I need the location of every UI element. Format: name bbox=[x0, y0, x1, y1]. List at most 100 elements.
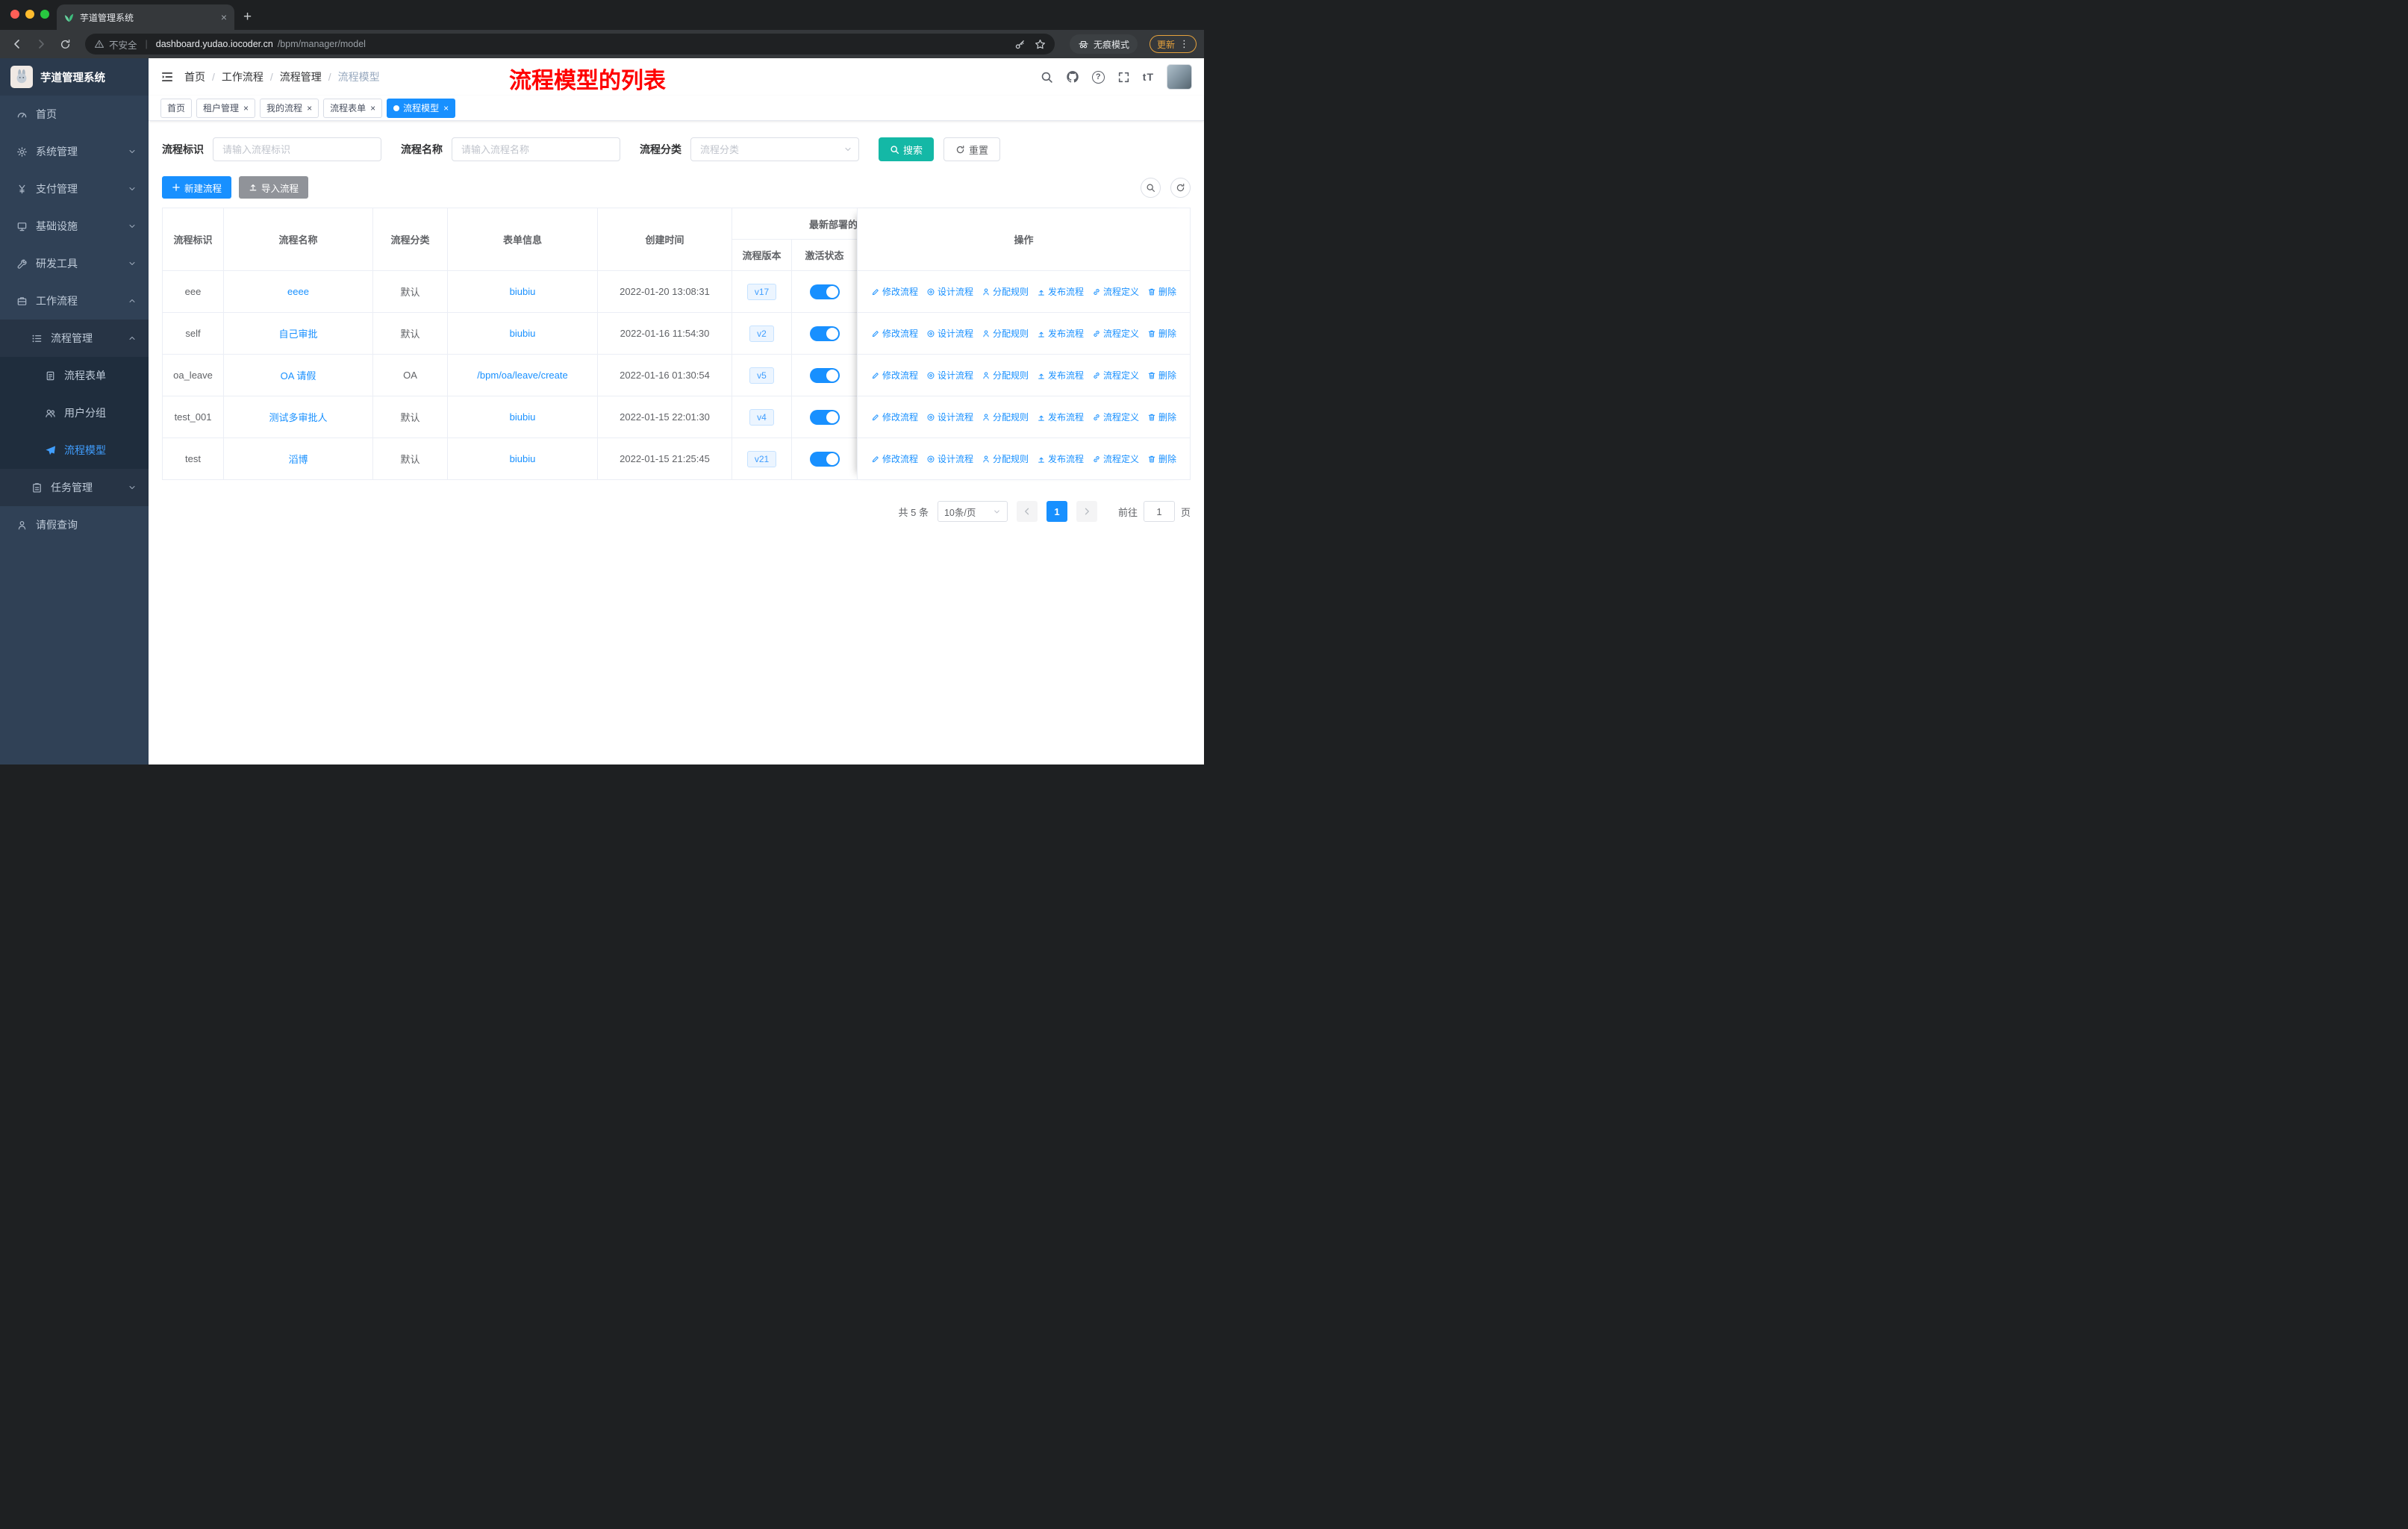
next-page-button[interactable] bbox=[1076, 501, 1097, 522]
design-process-link[interactable]: 设计流程 bbox=[926, 285, 973, 298]
new-tab-button[interactable]: + bbox=[243, 10, 252, 24]
bookmark-star-icon[interactable] bbox=[1035, 39, 1046, 50]
assign-rule-link[interactable]: 分配规则 bbox=[982, 285, 1029, 298]
category-select[interactable] bbox=[690, 137, 859, 161]
edit-process-link[interactable]: 修改流程 bbox=[871, 411, 918, 423]
form-info-link[interactable]: biubiu bbox=[510, 286, 536, 297]
publish-process-link[interactable]: 发布流程 bbox=[1037, 327, 1084, 340]
close-icon[interactable]: × bbox=[443, 104, 449, 113]
delete-link[interactable]: 删除 bbox=[1147, 285, 1176, 298]
sidebar-item[interactable]: 支付管理 bbox=[0, 170, 149, 208]
reload-button[interactable] bbox=[55, 34, 75, 54]
delete-link[interactable]: 删除 bbox=[1147, 327, 1176, 340]
user-avatar[interactable] bbox=[1167, 64, 1192, 90]
delete-link[interactable]: 删除 bbox=[1147, 411, 1176, 423]
active-toggle[interactable] bbox=[809, 367, 840, 383]
forward-button[interactable] bbox=[31, 34, 51, 54]
form-info-link[interactable]: /bpm/oa/leave/create bbox=[477, 370, 567, 381]
process-name-link[interactable]: 滔博 bbox=[288, 452, 308, 466]
design-process-link[interactable]: 设计流程 bbox=[926, 452, 973, 465]
prev-page-button[interactable] bbox=[1016, 501, 1038, 522]
view-tag[interactable]: 租户管理 × bbox=[196, 98, 256, 118]
edit-process-link[interactable]: 修改流程 bbox=[871, 285, 918, 298]
view-tag[interactable]: 首页 bbox=[160, 98, 193, 118]
design-process-link[interactable]: 设计流程 bbox=[926, 411, 973, 423]
sidebar-item[interactable]: 用户分组 bbox=[0, 394, 149, 432]
active-toggle[interactable] bbox=[809, 409, 840, 425]
active-toggle[interactable] bbox=[809, 451, 840, 467]
delete-link[interactable]: 删除 bbox=[1147, 369, 1176, 382]
github-icon[interactable] bbox=[1066, 70, 1079, 84]
close-window-button[interactable] bbox=[10, 10, 19, 19]
reset-button[interactable]: 重置 bbox=[943, 137, 1001, 161]
design-process-link[interactable]: 设计流程 bbox=[926, 327, 973, 340]
assign-rule-link[interactable]: 分配规则 bbox=[982, 452, 1029, 465]
view-tag[interactable]: 流程表单 × bbox=[323, 98, 383, 118]
page-size-select[interactable]: 10条/页 bbox=[937, 501, 1008, 522]
close-icon[interactable]: × bbox=[243, 104, 249, 113]
search-icon[interactable] bbox=[1041, 71, 1053, 84]
edit-process-link[interactable]: 修改流程 bbox=[871, 327, 918, 340]
close-icon[interactable]: × bbox=[370, 104, 375, 113]
breadcrumb-item[interactable]: 工作流程 bbox=[222, 69, 263, 84]
sidebar-item[interactable]: 系统管理 bbox=[0, 133, 149, 170]
breadcrumb-item[interactable]: 流程管理 bbox=[280, 69, 322, 84]
edit-process-link[interactable]: 修改流程 bbox=[871, 452, 918, 465]
delete-link[interactable]: 删除 bbox=[1147, 452, 1176, 465]
update-button[interactable]: 更新 ⋮ bbox=[1149, 35, 1197, 53]
view-tag[interactable]: 流程模型 × bbox=[387, 98, 456, 118]
sidebar-item[interactable]: 任务管理 bbox=[0, 469, 149, 506]
design-process-link[interactable]: 设计流程 bbox=[926, 369, 973, 382]
create-process-button[interactable]: 新建流程 bbox=[162, 176, 232, 199]
active-toggle[interactable] bbox=[809, 326, 840, 341]
browser-menu-icon[interactable]: ⋮ bbox=[1179, 38, 1189, 50]
refresh-table-button[interactable] bbox=[1170, 177, 1191, 198]
minimize-window-button[interactable] bbox=[25, 10, 34, 19]
help-icon[interactable]: ? bbox=[1091, 70, 1105, 84]
collapse-sidebar-icon[interactable] bbox=[160, 70, 174, 84]
process-name-link[interactable]: 自己审批 bbox=[278, 326, 317, 340]
process-definition-link[interactable]: 流程定义 bbox=[1092, 452, 1139, 465]
view-tag[interactable]: 我的流程 × bbox=[260, 98, 319, 118]
sidebar-item[interactable]: 工作流程 bbox=[0, 282, 149, 320]
process-definition-link[interactable]: 流程定义 bbox=[1092, 369, 1139, 382]
sidebar-item[interactable]: 基础设施 bbox=[0, 208, 149, 245]
goto-page-input[interactable] bbox=[1143, 501, 1175, 522]
current-page-button[interactable]: 1 bbox=[1046, 501, 1067, 522]
sidebar-item[interactable]: 研发工具 bbox=[0, 245, 149, 282]
sidebar-item[interactable]: 首页 bbox=[0, 96, 149, 133]
assign-rule-link[interactable]: 分配规则 bbox=[982, 411, 1029, 423]
process-key-input[interactable] bbox=[213, 137, 381, 161]
process-name-link[interactable]: 测试多审批人 bbox=[269, 410, 327, 424]
address-bar[interactable]: 不安全 | dashboard.yudao.iocoder.cn/bpm/man… bbox=[85, 34, 1055, 55]
sidebar-item[interactable]: 流程管理 bbox=[0, 320, 149, 357]
tab-close-icon[interactable]: × bbox=[221, 12, 227, 22]
publish-process-link[interactable]: 发布流程 bbox=[1037, 285, 1084, 298]
process-definition-link[interactable]: 流程定义 bbox=[1092, 411, 1139, 423]
publish-process-link[interactable]: 发布流程 bbox=[1037, 411, 1084, 423]
maximize-window-button[interactable] bbox=[40, 10, 49, 19]
process-name-link[interactable]: OA 请假 bbox=[281, 368, 316, 382]
publish-process-link[interactable]: 发布流程 bbox=[1037, 369, 1084, 382]
browser-tab[interactable]: 芋道管理系统 × bbox=[57, 4, 234, 30]
sidebar-item[interactable]: 请假查询 bbox=[0, 506, 149, 544]
show-search-button[interactable] bbox=[1141, 177, 1161, 198]
sidebar-item[interactable]: 流程表单 bbox=[0, 357, 149, 394]
process-definition-link[interactable]: 流程定义 bbox=[1092, 327, 1139, 340]
back-button[interactable] bbox=[7, 34, 27, 54]
assign-rule-link[interactable]: 分配规则 bbox=[982, 327, 1029, 340]
sidebar-item[interactable]: 流程模型 bbox=[0, 432, 149, 469]
form-info-link[interactable]: biubiu bbox=[510, 411, 536, 423]
import-process-button[interactable]: 导入流程 bbox=[239, 176, 309, 199]
fullscreen-icon[interactable] bbox=[1117, 71, 1130, 84]
close-icon[interactable]: × bbox=[307, 104, 312, 113]
edit-process-link[interactable]: 修改流程 bbox=[871, 369, 918, 382]
active-toggle[interactable] bbox=[809, 284, 840, 299]
font-size-icon[interactable]: tT bbox=[1143, 71, 1154, 83]
assign-rule-link[interactable]: 分配规则 bbox=[982, 369, 1029, 382]
password-key-icon[interactable] bbox=[1014, 39, 1026, 50]
process-definition-link[interactable]: 流程定义 bbox=[1092, 285, 1139, 298]
process-name-input[interactable] bbox=[452, 137, 620, 161]
publish-process-link[interactable]: 发布流程 bbox=[1037, 452, 1084, 465]
breadcrumb-item[interactable]: 首页 bbox=[184, 69, 205, 84]
